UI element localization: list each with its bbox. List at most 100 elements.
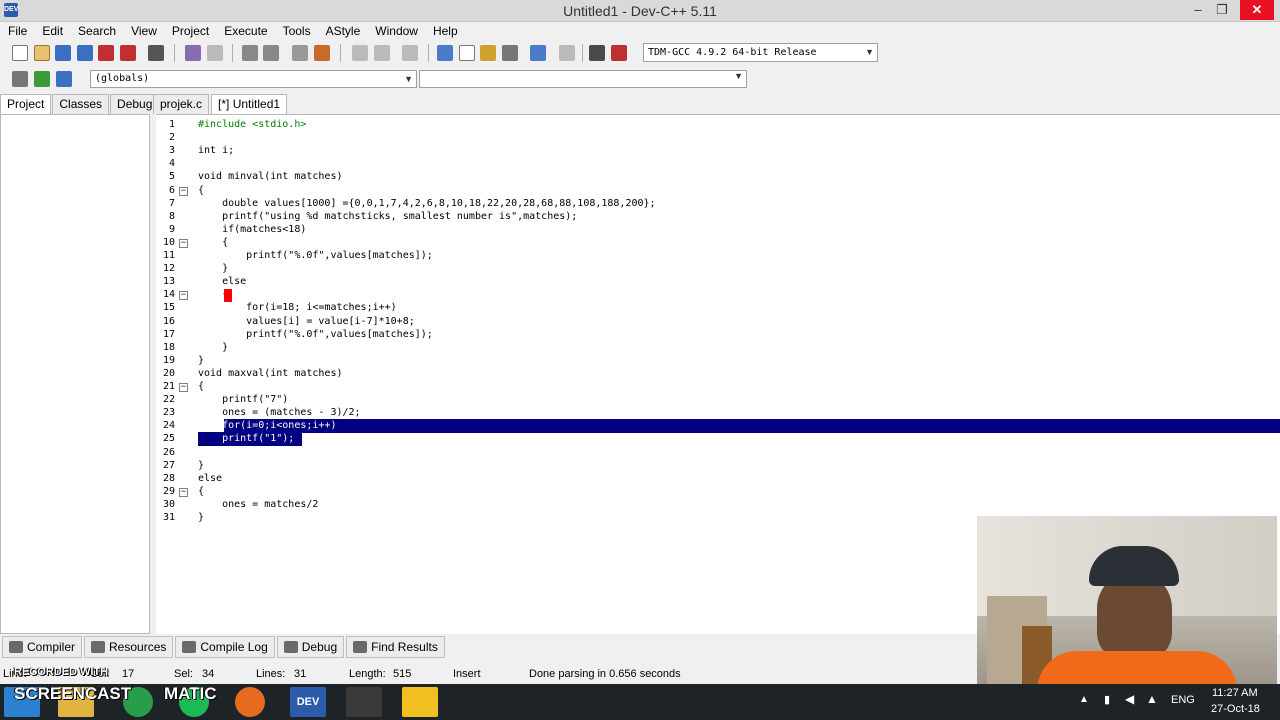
devcpp-taskbar-icon[interactable]: DEV [290,687,326,717]
find-icon[interactable] [242,45,258,61]
code-line[interactable]: { [198,381,204,392]
fold-toggle-icon[interactable]: − [179,383,188,392]
language-indicator[interactable]: ENG [1171,694,1195,706]
menu-search[interactable]: Search [78,24,116,38]
code-line[interactable]: } [198,342,228,353]
left-panel-tabs: Project Classes Debug [0,94,160,114]
battery-icon[interactable]: ▮ [1104,693,1110,706]
compiler-select[interactable]: TDM-GCC 4.9.2 64-bit Release ▼ [643,43,878,62]
code-line[interactable]: } [198,512,204,523]
code-line[interactable]: printf("%.0f",values[matches]); [198,329,433,340]
clean-icon[interactable] [559,45,575,61]
code-line[interactable]: { [198,486,204,497]
code-line[interactable]: void minval(int matches) [198,171,343,182]
toggle-bookmark-icon[interactable] [34,71,50,87]
code-line[interactable]: printf("7") [198,394,288,405]
code-line[interactable]: else [198,473,222,484]
toolbar-separator [232,44,233,62]
tab-project[interactable]: Project [0,94,52,114]
menu-help[interactable]: Help [433,24,458,38]
code-line[interactable]: int i; [198,145,234,156]
menu-astyle[interactable]: AStyle [326,24,361,38]
save-icon[interactable] [55,45,71,61]
screencast-taskbar-icon[interactable] [346,687,382,717]
network-icon[interactable]: ▲ [1146,692,1158,706]
clock-date[interactable]: 27-Oct-18 [1211,703,1260,715]
menu-tools[interactable]: Tools [283,24,311,38]
tab-classes[interactable]: Classes [52,94,110,114]
menu-execute[interactable]: Execute [224,24,267,38]
run-icon[interactable] [459,45,475,61]
back-icon[interactable] [352,45,368,61]
fold-toggle-icon[interactable]: − [179,238,188,248]
fold-toggle-icon[interactable]: − [179,186,188,196]
status-mode: Insert [453,668,481,680]
scope-select[interactable]: (globals) ▼ [90,70,417,88]
tab-find-results[interactable]: Find Results [346,636,445,658]
volume-icon[interactable]: ◀ [1125,692,1134,706]
code-line[interactable]: } [198,460,204,471]
fold-toggle-icon[interactable]: − [179,487,188,497]
member-select[interactable]: ▼ [419,70,747,88]
stop-icon[interactable] [402,45,418,61]
tray-expand-icon[interactable]: ▲ [1079,694,1089,705]
profile-icon[interactable] [589,45,605,61]
code-line[interactable]: } [198,355,204,366]
menu-view[interactable]: View [131,24,157,38]
indent-icon[interactable] [292,45,308,61]
code-line[interactable]: double values[1000] ={0,0,1,7,4,2,6,8,10… [198,198,655,209]
watermark-recorded: RECORDED WITH [14,666,109,678]
menu-project[interactable]: Project [172,24,209,38]
redo-icon[interactable] [207,45,223,61]
close-file-icon[interactable] [98,45,114,61]
code-line[interactable]: if(matches<18) [198,224,306,235]
tab-compiler[interactable]: Compiler [2,636,83,658]
tab-debug-output[interactable]: Debug [276,636,345,658]
delete-profile-icon[interactable] [611,45,627,61]
replace-icon[interactable] [263,45,279,61]
goto-line-icon[interactable] [314,45,330,61]
tab-untitled1[interactable]: [*] Untitled1 [211,94,288,114]
check-syntax-icon[interactable] [530,45,546,61]
code-line[interactable]: for(i=18; i<=matches;i++) [198,302,397,313]
compile-run-icon[interactable] [480,45,496,61]
undo-icon[interactable] [185,45,201,61]
code-line[interactable]: void maxval(int matches) [198,368,343,379]
code-line[interactable]: { [198,185,204,196]
code-line[interactable]: else [198,276,246,287]
clock-time[interactable]: 11:27 AM [1212,687,1258,699]
code-line[interactable]: } [198,263,228,274]
new-file-icon[interactable] [12,45,28,61]
notes-taskbar-icon[interactable] [402,687,438,717]
code-line[interactable]: #include <stdio.h> [198,119,306,130]
line-number: 2 [168,132,175,144]
code-line[interactable]: ones = (matches - 3)/2; [198,407,360,418]
fold-toggle-icon[interactable]: − [179,291,188,301]
project-browser[interactable] [0,114,150,634]
compile-icon[interactable] [437,45,453,61]
code-line[interactable]: printf("1"); [198,433,294,444]
code-line[interactable]: ones = matches/2 [198,499,318,510]
menu-edit[interactable]: Edit [42,24,63,38]
open-file-icon[interactable] [34,45,50,61]
save-all-icon[interactable] [77,45,93,61]
forward-icon[interactable] [374,45,390,61]
tab-compile-log[interactable]: Compile Log [175,636,275,658]
menu-window[interactable]: Window [375,24,418,38]
goto-bookmark-icon[interactable] [56,71,72,87]
code-line[interactable]: values[i] = value[i-7]*10+8; [198,316,415,327]
code-line[interactable]: { [198,237,228,248]
code-line[interactable]: printf("using %d matchsticks, smallest n… [198,211,577,222]
insert-icon[interactable] [12,71,28,87]
print-icon[interactable] [148,45,164,61]
tab-resources[interactable]: Resources [84,636,174,658]
rebuild-icon[interactable] [502,45,518,61]
close-button[interactable]: ✕ [1240,0,1274,20]
firefox-icon[interactable] [235,687,265,717]
menu-file[interactable]: File [8,24,27,38]
code-line[interactable]: for(i=0;i<ones;i++) [198,420,336,431]
close-all-icon[interactable] [120,45,136,61]
tab-projek-c[interactable]: projek.c [153,94,210,114]
code-line[interactable]: printf("%.0f",values[matches]); [198,250,433,261]
maximize-button[interactable]: ❐ [1208,0,1236,20]
